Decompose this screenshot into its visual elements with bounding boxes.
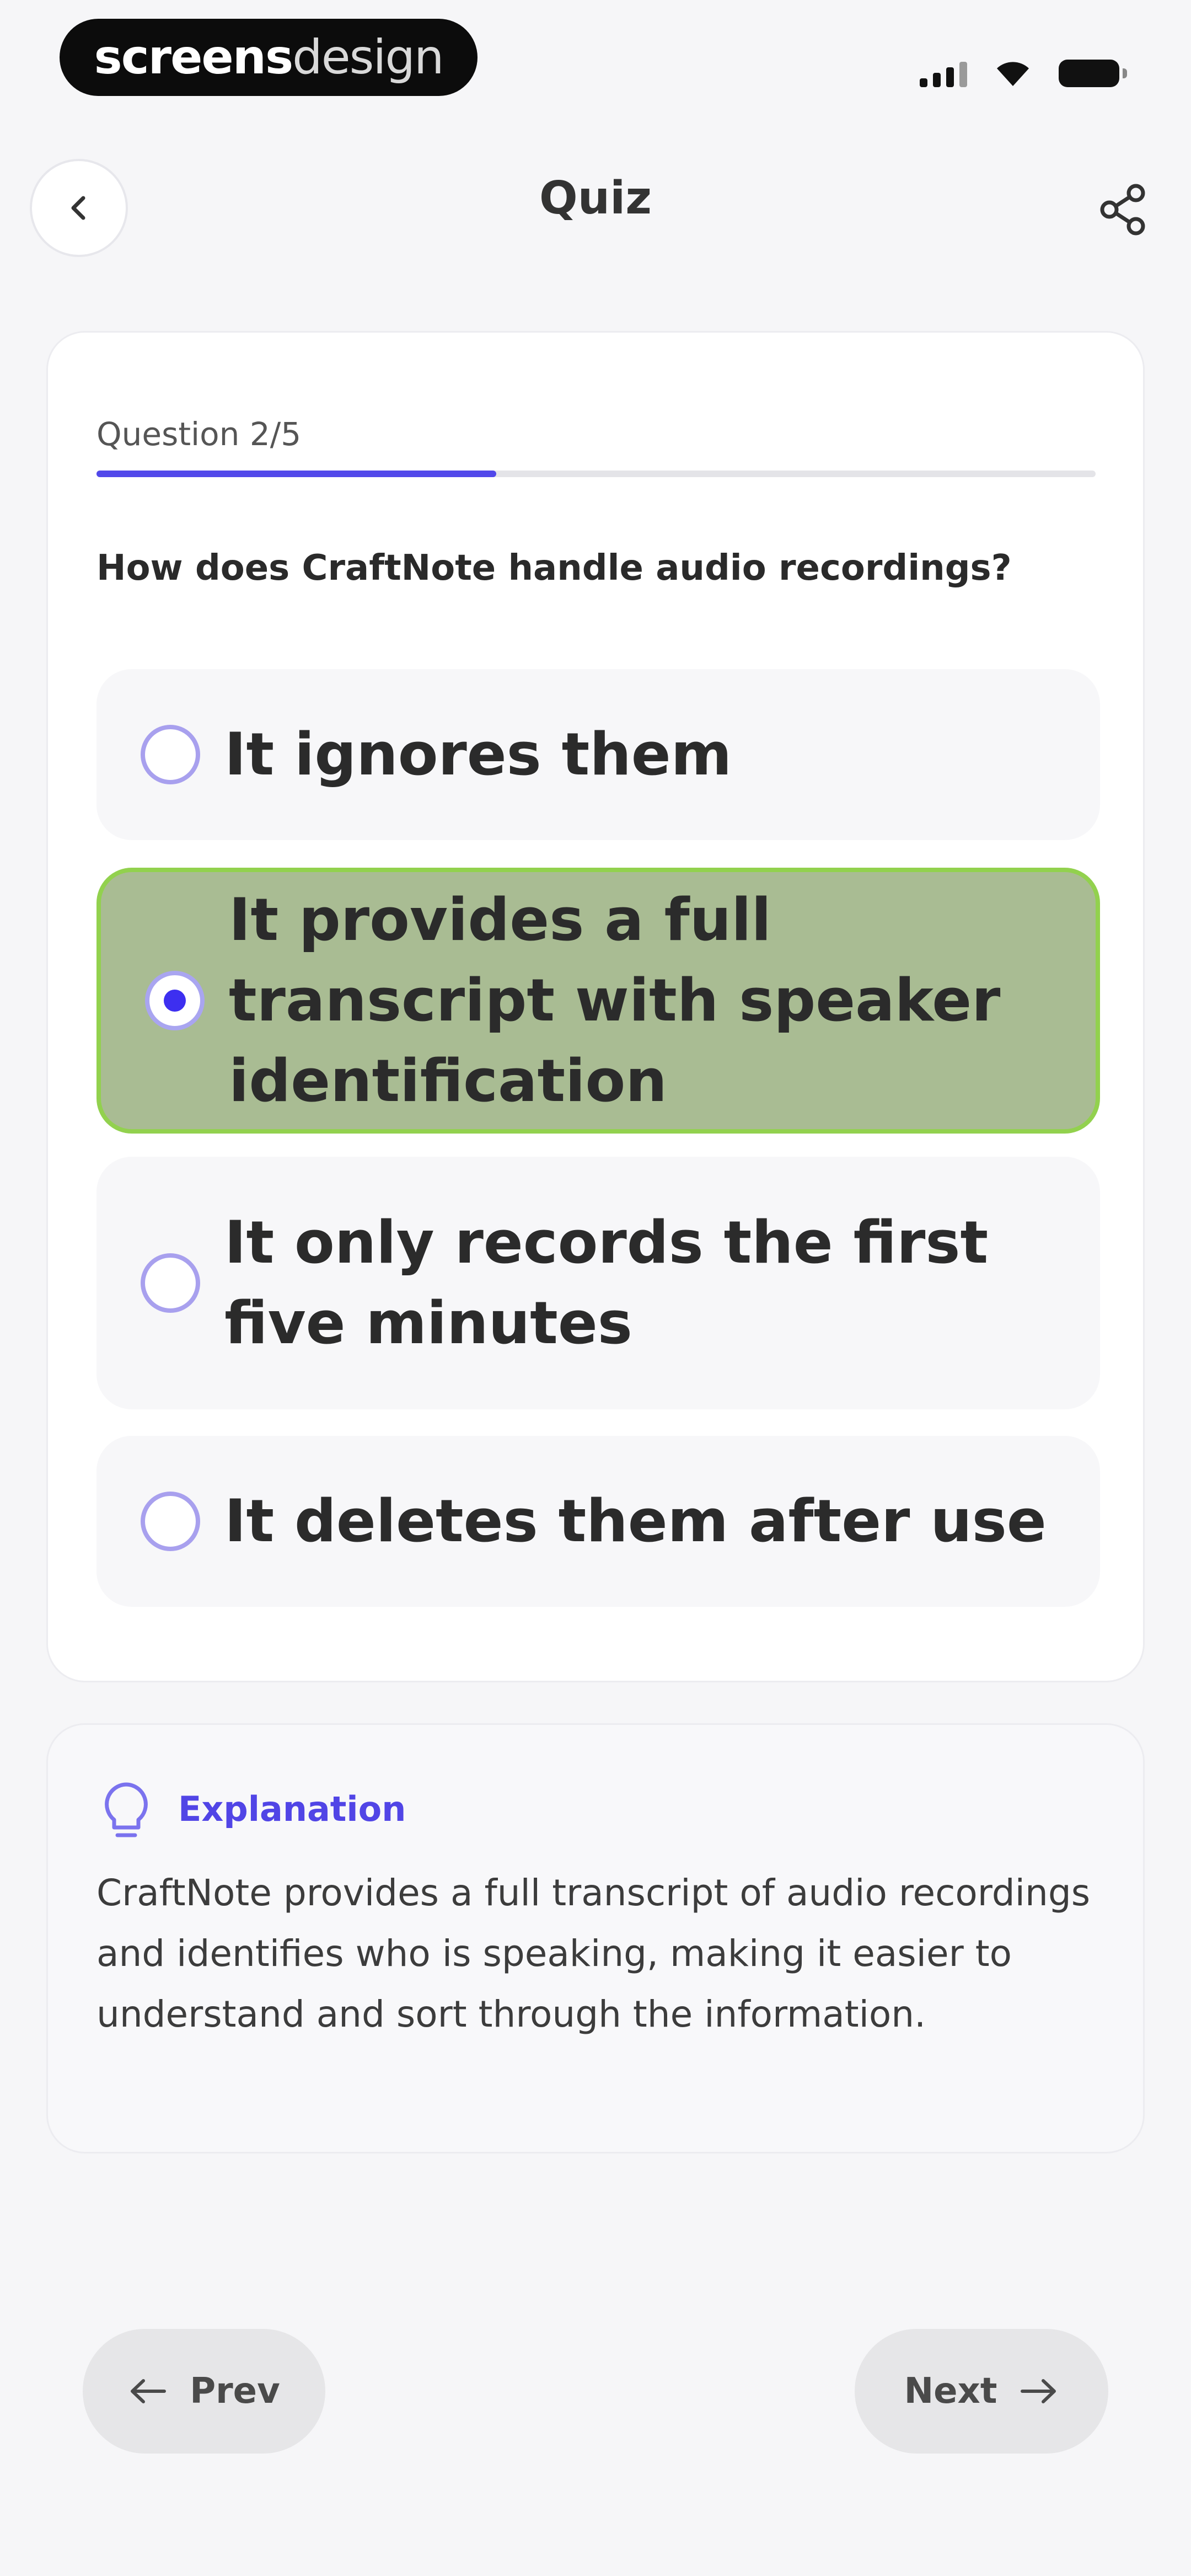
battery-icon [1059,60,1127,87]
question-text: How does CraftNote handle audio recordin… [96,548,1012,589]
wifi-icon [997,62,1029,86]
cellular-signal-icon [920,61,967,87]
share-icon [1100,184,1145,236]
prev-button-label: Prev [190,2371,280,2412]
answer-option-label: It deletes them after use [224,1487,1047,1555]
question-counter: Question 2/5 [96,415,302,453]
answer-option-label: It only records the first five minutes [224,1209,989,1357]
share-button[interactable] [1084,171,1161,248]
quiz-screen: screens design Quiz Question 2/5 How doe… [0,0,1191,2576]
explanation-text: CraftNote provides a full transcript of … [96,1872,1091,2035]
answer-option[interactable]: It ignores them [96,669,1100,840]
progress-bar [96,471,1096,477]
brand-logo: screens design [60,19,478,96]
answer-option-label: It ignores them [224,720,732,788]
answer-option-label: It provides a full transcript with speak… [229,886,1001,1115]
quiz-card: Question 2/5 How does CraftNote handle a… [46,331,1145,1682]
status-icons [920,49,1127,87]
brand-logo-light: design [292,30,444,85]
radio-button[interactable] [141,725,200,784]
radio-button[interactable] [141,1492,200,1551]
arrow-left-icon [131,2379,167,2403]
brand-logo-bold: screens [94,30,294,85]
radio-button[interactable] [145,971,205,1030]
next-button-label: Next [904,2371,997,2412]
lightbulb-icon [105,1782,148,1837]
explanation-title: Explanation [178,1789,406,1829]
radio-button[interactable] [141,1253,200,1313]
answer-option[interactable]: It only records the first five minutes [96,1157,1100,1409]
page-title: Quiz [539,172,652,225]
arrow-right-icon [1021,2379,1056,2403]
answer-option[interactable]: It provides a full transcript with speak… [96,868,1100,1134]
explanation-card: Explanation CraftNote provides a full tr… [46,1723,1145,2153]
progress-fill [96,471,496,477]
next-button[interactable]: Next [855,2329,1108,2454]
status-bar: screens design [0,0,1191,110]
prev-button[interactable]: Prev [83,2329,325,2454]
answer-option[interactable]: It deletes them after use [96,1436,1100,1607]
